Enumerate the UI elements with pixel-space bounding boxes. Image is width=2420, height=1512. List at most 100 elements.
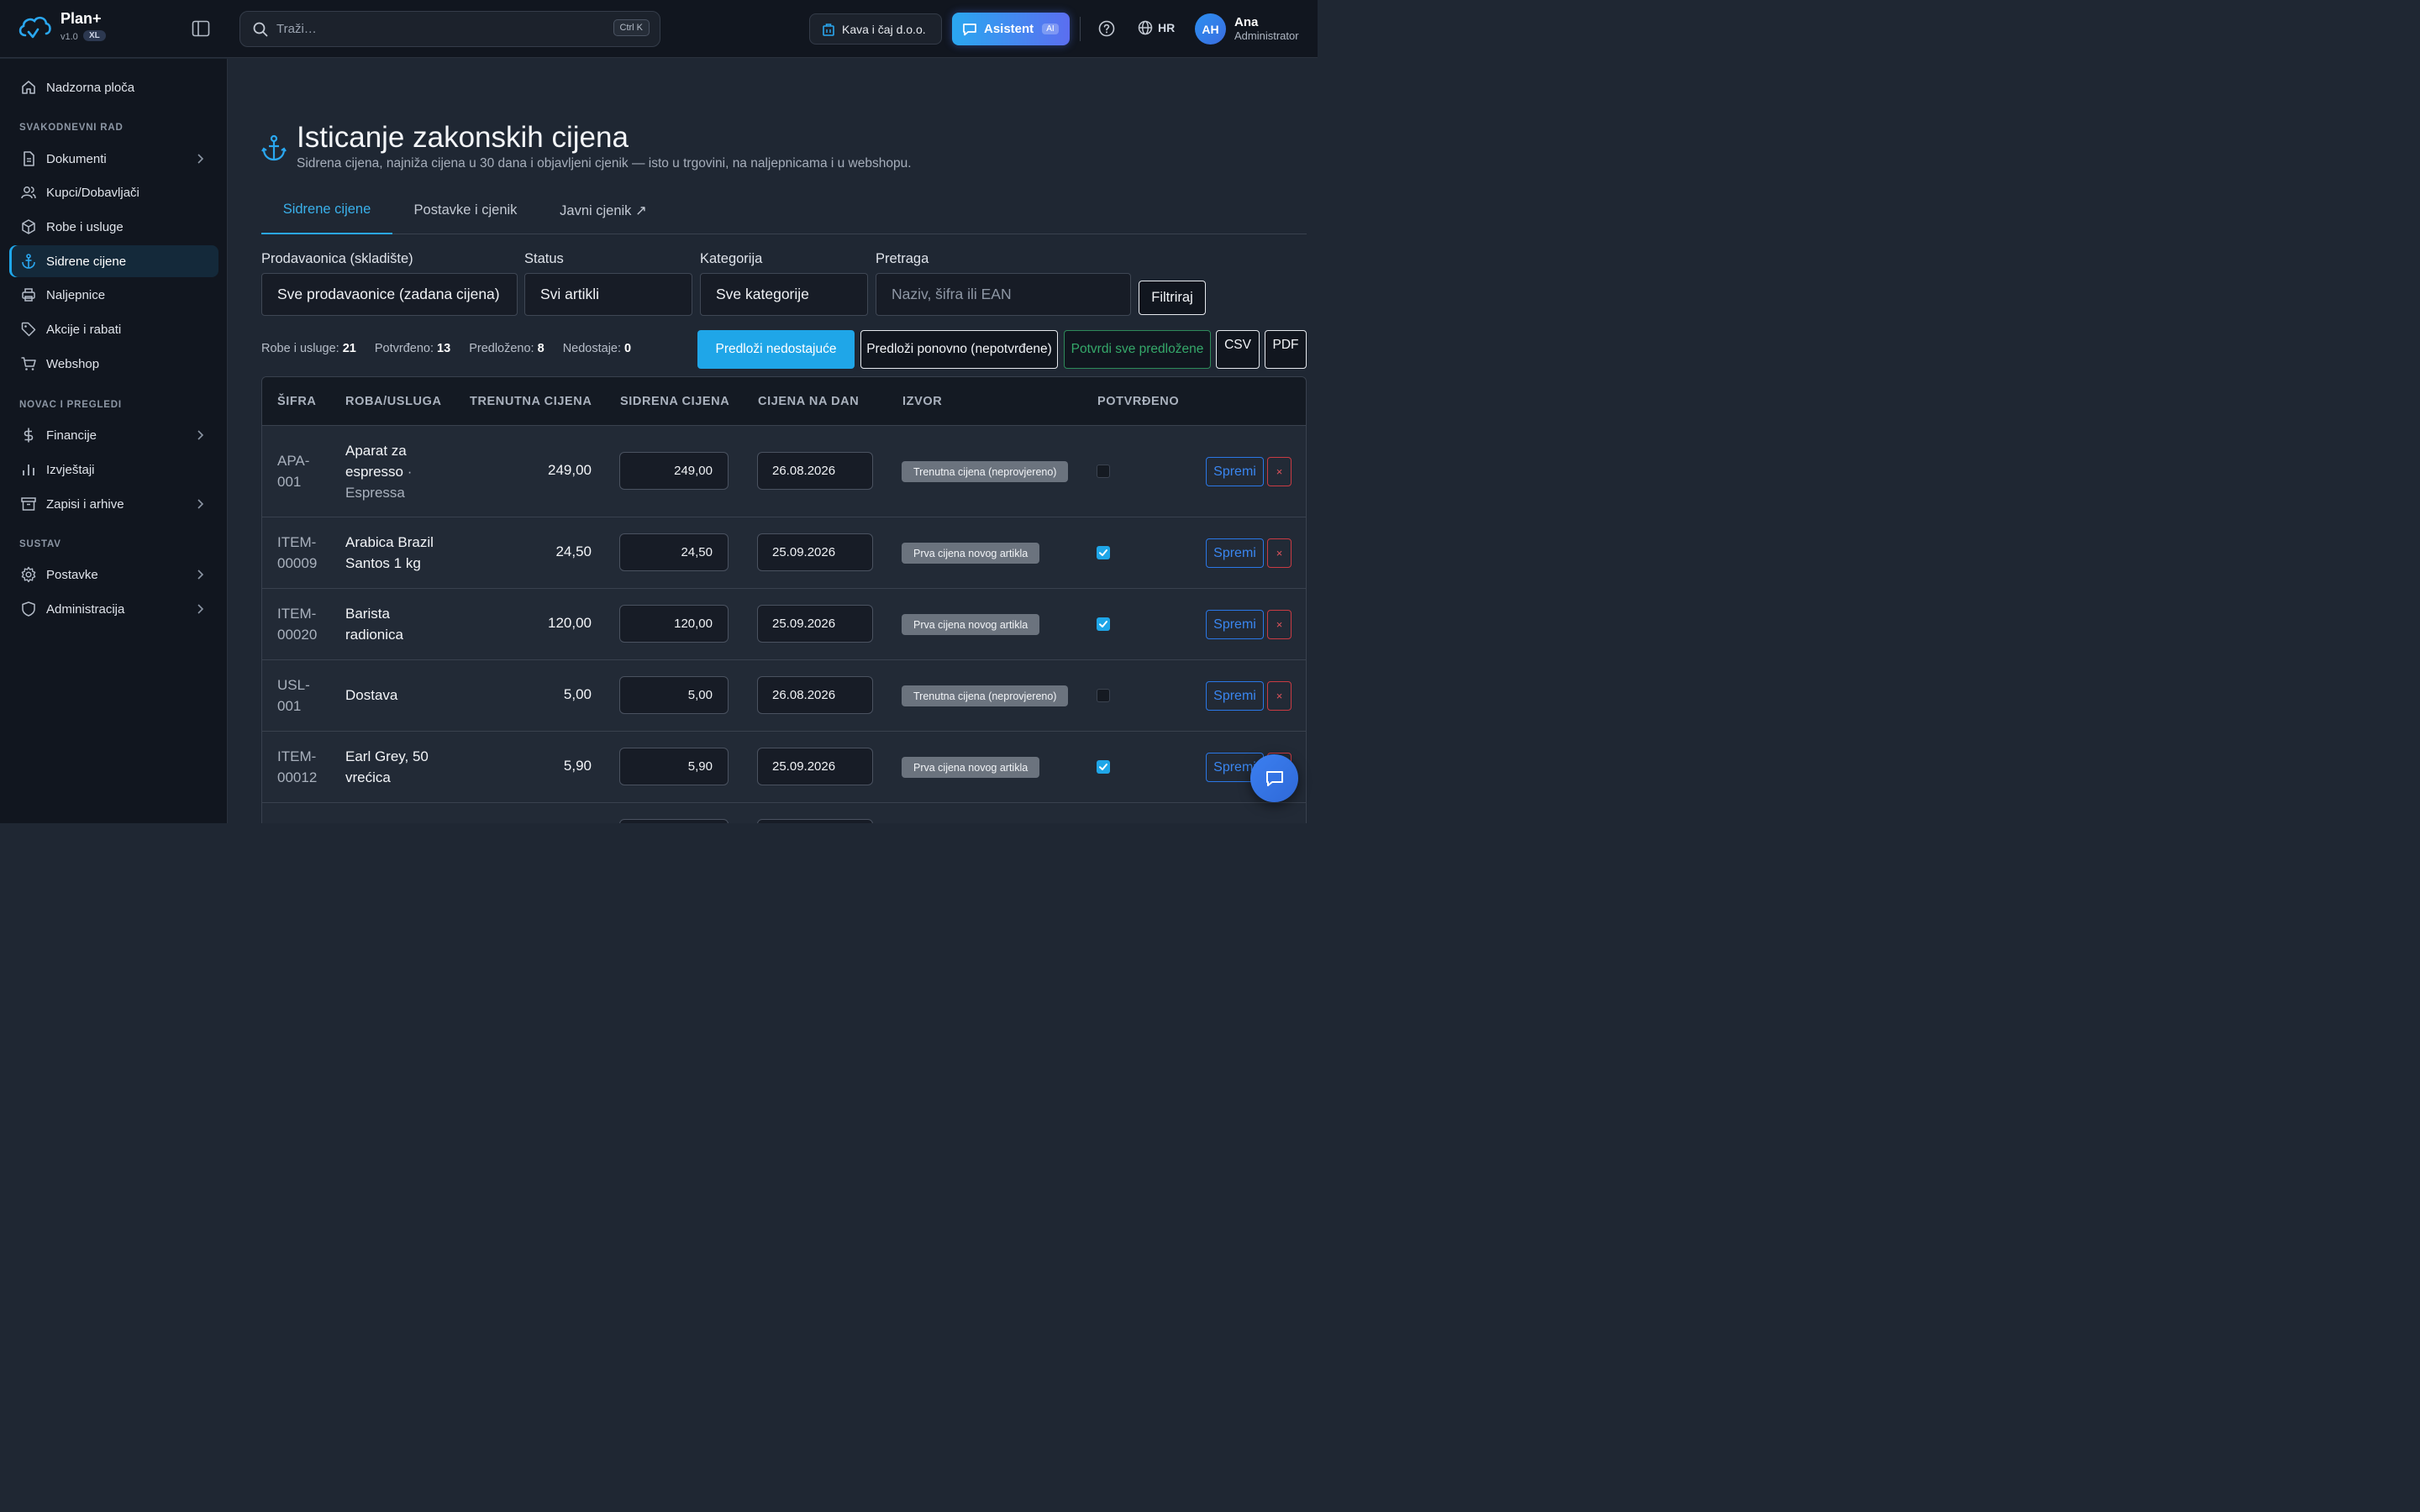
anchor-price-input[interactable] bbox=[619, 452, 729, 490]
item-search-input[interactable] bbox=[876, 273, 1131, 316]
avatar[interactable]: AH bbox=[1195, 13, 1226, 45]
sidebar-item-label: Robe i usluge bbox=[46, 219, 124, 234]
anchor-price-input[interactable] bbox=[619, 748, 729, 785]
anchor-price-input[interactable] bbox=[619, 533, 729, 571]
assistant-button[interactable]: Asistent AI bbox=[952, 13, 1070, 45]
sidebar-item-administration[interactable]: Administracija bbox=[9, 593, 218, 625]
sidebar-item-anchor-prices[interactable]: Sidrene cijene bbox=[9, 245, 218, 277]
table-row: USL-001 Dostava 5,00 Trenutna cijena (ne… bbox=[262, 660, 1306, 732]
status-select[interactable]: Svi artikli bbox=[524, 273, 692, 316]
tab-anchor-prices[interactable]: Sidrene cijene bbox=[261, 186, 392, 234]
confirmed-checkbox[interactable] bbox=[1097, 617, 1110, 631]
save-button[interactable]: Spremi bbox=[1206, 610, 1264, 639]
col-code[interactable]: ŠIFRA bbox=[277, 395, 317, 408]
item-name[interactable]: Aparat za espresso · Espressa bbox=[345, 440, 438, 503]
stat-value: 8 bbox=[537, 342, 544, 355]
item-name-text: Dostava bbox=[345, 687, 398, 703]
item-name[interactable]: Dostava bbox=[345, 685, 438, 706]
confirmed-checkbox[interactable] bbox=[1097, 760, 1110, 774]
company-selector[interactable]: Kava i čaj d.o.o. bbox=[809, 13, 942, 45]
chevron-right-icon bbox=[197, 570, 204, 580]
item-name[interactable]: Arabica Brazil Santos 1 kg bbox=[345, 532, 446, 574]
sidebar-item-label: Webshop bbox=[46, 356, 100, 371]
search-filter-label: Pretraga bbox=[876, 251, 929, 266]
col-confirmed[interactable]: POTVRĐENO bbox=[1097, 395, 1179, 408]
globe-icon bbox=[1138, 20, 1153, 35]
sidebar-toggle-icon[interactable] bbox=[192, 20, 210, 37]
help-icon[interactable] bbox=[1098, 20, 1115, 37]
item-name[interactable]: Earl Grey, 50 vrećica bbox=[345, 746, 434, 788]
store-select[interactable]: Sve prodavaonice (zadana cijena) bbox=[261, 273, 518, 316]
pdf-export-button[interactable]: PDF bbox=[1265, 330, 1307, 369]
save-button[interactable]: Spremi bbox=[1206, 538, 1264, 568]
sidebar-item-labels[interactable]: Naljepnice bbox=[9, 279, 218, 311]
sidebar-item-promotions[interactable]: Akcije i rabati bbox=[9, 313, 218, 345]
language-switcher[interactable]: HR bbox=[1138, 20, 1175, 35]
sidebar-item-finance[interactable]: Financije bbox=[9, 419, 218, 451]
confirm-all-button[interactable]: Potvrdi sve predložene bbox=[1064, 330, 1211, 369]
anchor-price-input[interactable] bbox=[619, 605, 729, 643]
search-icon bbox=[253, 22, 268, 37]
price-date-input[interactable] bbox=[757, 533, 873, 571]
company-name: Kava i čaj d.o.o. bbox=[842, 22, 926, 36]
global-search[interactable]: Ctrl K bbox=[239, 11, 660, 47]
price-date-input[interactable] bbox=[757, 819, 873, 823]
table-row: ITEM-00009 Arabica Brazil Santos 1 kg 24… bbox=[262, 517, 1306, 589]
tab-public-pricelist[interactable]: Javni cjenik ↗ bbox=[549, 186, 658, 234]
delete-button[interactable]: × bbox=[1267, 538, 1292, 568]
item-name[interactable]: Barista radionica bbox=[345, 603, 429, 645]
chat-fab-button[interactable] bbox=[1250, 754, 1298, 802]
filter-button[interactable]: Filtriraj bbox=[1139, 281, 1206, 315]
table-row: ITEM-00020 Barista radionica 120,00 Prva… bbox=[262, 589, 1306, 660]
current-price: 249,00 bbox=[548, 462, 592, 478]
sidebar-item-label: Nadzorna ploča bbox=[46, 80, 135, 95]
category-select[interactable]: Sve kategorije bbox=[700, 273, 868, 316]
sidebar-section-daily: SVAKODNEVNI RAD bbox=[19, 123, 124, 133]
search-input[interactable] bbox=[276, 12, 604, 46]
bar-chart-icon bbox=[23, 465, 34, 475]
propose-again-button[interactable]: Predloži ponovno (nepotvrđene) bbox=[860, 330, 1058, 369]
col-current-price[interactable]: TRENUTNA CIJENA bbox=[470, 395, 592, 408]
sidebar-item-archives[interactable]: Zapisi i arhive bbox=[9, 488, 218, 520]
cloud-logo-icon[interactable] bbox=[17, 13, 52, 42]
col-source[interactable]: IZVOR bbox=[902, 395, 942, 408]
tab-settings-pricelist[interactable]: Postavke i cjenik bbox=[404, 186, 527, 234]
sidebar-item-webshop[interactable]: Webshop bbox=[9, 348, 218, 380]
source-badge: Prva cijena novog artikla bbox=[902, 543, 1040, 564]
sidebar-item-settings[interactable]: Postavke bbox=[9, 559, 218, 591]
confirmed-checkbox[interactable] bbox=[1097, 689, 1110, 702]
propose-missing-button[interactable]: Predloži nedostajuće bbox=[697, 330, 855, 369]
table-row bbox=[262, 803, 1306, 823]
anchor-icon bbox=[261, 134, 287, 161]
sidebar-item-goods[interactable]: Robe i usluge bbox=[9, 211, 218, 243]
sidebar-item-reports[interactable]: Izvještaji bbox=[9, 454, 218, 486]
sidebar-item-partners[interactable]: Kupci/Dobavljači bbox=[9, 176, 218, 208]
price-date-input[interactable] bbox=[757, 605, 873, 643]
printer-icon bbox=[22, 288, 35, 302]
delete-button[interactable]: × bbox=[1267, 681, 1292, 711]
price-date-input[interactable] bbox=[757, 676, 873, 714]
sidebar-item-documents[interactable]: Dokumenti bbox=[9, 143, 218, 175]
price-date-input[interactable] bbox=[757, 452, 873, 490]
tag-icon bbox=[21, 322, 36, 337]
csv-export-button[interactable]: CSV bbox=[1216, 330, 1260, 369]
col-anchor-price[interactable]: SIDRENA CIJENA bbox=[620, 395, 729, 408]
confirmed-checkbox[interactable] bbox=[1097, 465, 1110, 478]
delete-button[interactable]: × bbox=[1267, 457, 1292, 486]
col-price-date[interactable]: CIJENA NA DAN bbox=[758, 395, 859, 408]
sidebar: Nadzorna ploča SVAKODNEVNI RAD Dokumenti… bbox=[0, 59, 228, 823]
save-button[interactable]: Spremi bbox=[1206, 457, 1264, 486]
save-button[interactable]: Spremi bbox=[1206, 681, 1264, 711]
confirmed-checkbox[interactable] bbox=[1097, 546, 1110, 559]
col-item[interactable]: ROBA/USLUGA bbox=[345, 395, 442, 408]
anchor-price-input[interactable] bbox=[619, 819, 729, 823]
stat-value: 13 bbox=[437, 342, 451, 355]
source-badge: Prva cijena novog artikla bbox=[902, 614, 1040, 635]
delete-button[interactable]: × bbox=[1267, 610, 1292, 639]
anchor-icon bbox=[22, 254, 35, 269]
current-price: 5,90 bbox=[563, 758, 592, 774]
price-date-input[interactable] bbox=[757, 748, 873, 785]
anchor-price-input[interactable] bbox=[619, 676, 729, 714]
sidebar-item-label: Kupci/Dobavljači bbox=[46, 185, 139, 200]
sidebar-item-dashboard[interactable]: Nadzorna ploča bbox=[9, 71, 218, 103]
